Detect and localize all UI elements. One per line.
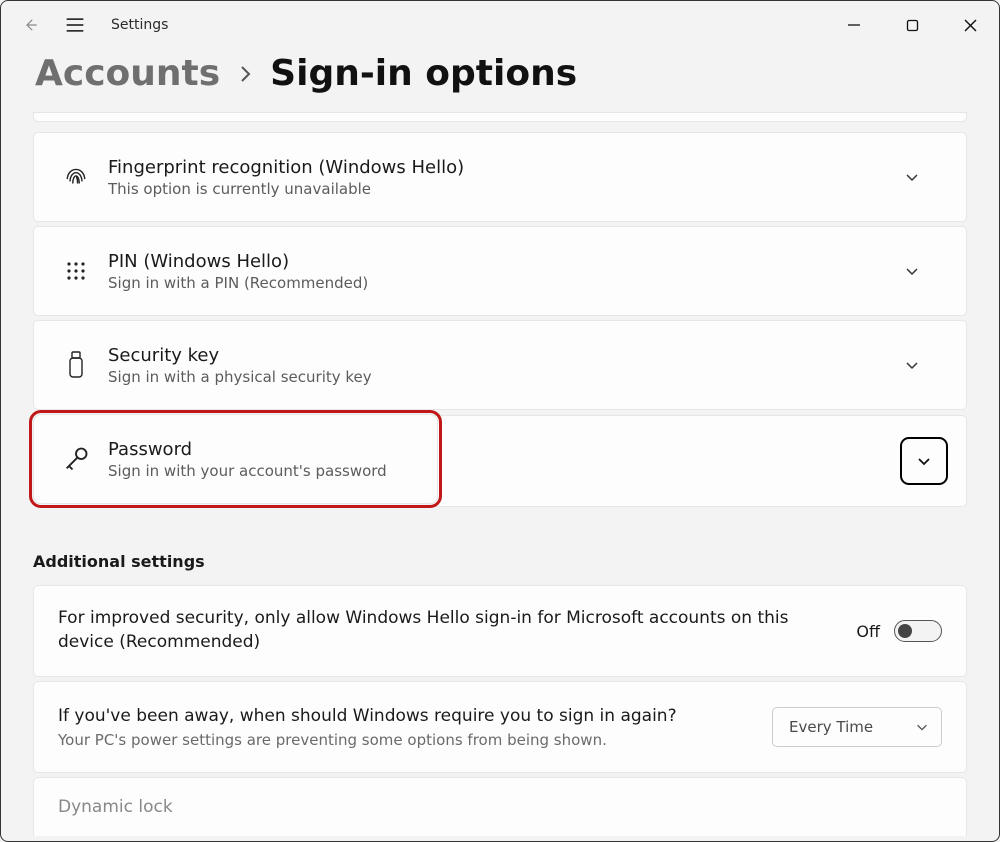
minimize-button[interactable] — [825, 1, 883, 49]
setting-text: For improved security, only allow Window… — [58, 607, 832, 655]
dropdown-value: Every Time — [789, 718, 873, 736]
chevron-down-focused-icon[interactable] — [900, 437, 948, 485]
option-title: Security key — [108, 345, 882, 366]
chevron-down-icon — [882, 263, 942, 279]
option-title: Fingerprint recognition (Windows Hello) — [108, 157, 882, 178]
breadcrumb-current: Sign-in options — [270, 53, 577, 94]
setting-text: If you've been away, when should Windows… — [58, 705, 748, 729]
option-subtitle: Sign in with a PIN (Recommended) — [108, 274, 882, 292]
setting-subtext: Your PC's power settings are preventing … — [58, 731, 748, 749]
setting-text: Dynamic lock — [58, 796, 918, 820]
option-subtitle: Sign in with your account's password — [108, 462, 427, 480]
breadcrumb: Accounts Sign-in options — [1, 49, 999, 112]
reauth-dropdown[interactable]: Every Time — [772, 707, 942, 747]
key-icon — [54, 445, 98, 473]
close-button[interactable] — [941, 1, 999, 49]
chevron-down-icon — [915, 720, 929, 734]
setting-dynamic-lock-partial[interactable]: Dynamic lock — [33, 777, 967, 836]
option-fingerprint[interactable]: Fingerprint recognition (Windows Hello) … — [33, 132, 967, 222]
partial-card-above[interactable] — [33, 112, 967, 122]
content-area: Fingerprint recognition (Windows Hello) … — [1, 112, 999, 836]
option-title: PIN (Windows Hello) — [108, 251, 882, 272]
section-header-additional: Additional settings — [33, 552, 967, 571]
caption-buttons — [825, 1, 999, 49]
option-subtitle: This option is currently unavailable — [108, 180, 882, 198]
app-title: Settings — [111, 17, 168, 33]
setting-reauth: If you've been away, when should Windows… — [33, 681, 967, 773]
hamburger-menu-icon[interactable] — [65, 16, 85, 34]
toggle-state-label: Off — [856, 622, 880, 641]
option-password-expand[interactable] — [434, 415, 967, 507]
chevron-down-icon — [882, 169, 942, 185]
chevron-right-icon — [238, 63, 252, 85]
option-title: Password — [108, 439, 427, 460]
chevron-down-icon — [882, 357, 942, 373]
option-subtitle: Sign in with a physical security key — [108, 368, 882, 386]
maximize-button[interactable] — [883, 1, 941, 49]
titlebar: Settings — [1, 1, 999, 49]
keypad-icon — [54, 259, 98, 283]
option-password[interactable]: Password Sign in with your account's pas… — [33, 414, 438, 504]
option-pin[interactable]: PIN (Windows Hello) Sign in with a PIN (… — [33, 226, 967, 316]
breadcrumb-parent[interactable]: Accounts — [35, 53, 220, 94]
usb-key-icon — [54, 350, 98, 380]
toggle-switch[interactable] — [894, 620, 942, 642]
fingerprint-icon — [54, 164, 98, 190]
setting-hello-only[interactable]: For improved security, only allow Window… — [33, 585, 967, 677]
option-security-key[interactable]: Security key Sign in with a physical sec… — [33, 320, 967, 410]
back-button[interactable] — [21, 16, 39, 34]
